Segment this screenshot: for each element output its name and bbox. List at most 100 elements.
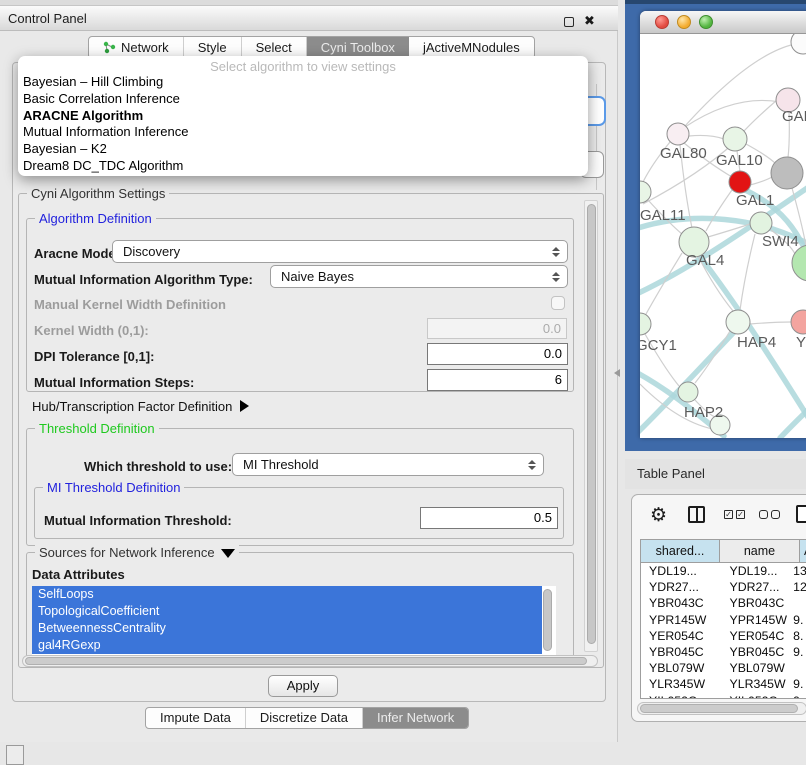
tab-infer-network[interactable]: Infer Network	[363, 708, 468, 728]
table-cell[interactable]: 13	[789, 563, 806, 579]
table-cell[interactable]: 9	[789, 693, 806, 700]
mi-type-combo[interactable]: Naive Bayes	[270, 265, 568, 288]
gear-icon[interactable]: ⚙	[650, 505, 667, 525]
network-edge[interactable]	[646, 253, 682, 314]
column-header-shared-name[interactable]: shared...	[641, 540, 720, 562]
attribute-list-item[interactable]: gal4RGexp	[32, 637, 542, 654]
column-header-partial[interactable]: A	[800, 540, 806, 562]
network-node[interactable]	[791, 34, 806, 54]
table-cell[interactable]: YBR043C	[641, 595, 720, 611]
scrollbar-thumb[interactable]	[587, 204, 596, 644]
attribute-list-item[interactable]: BetweennessCentrality	[32, 620, 542, 637]
network-node[interactable]	[640, 181, 651, 203]
table-row[interactable]: YBL079WYBL079W	[641, 660, 806, 676]
toolbar-icon-partial[interactable]	[796, 505, 806, 523]
network-edge[interactable]	[706, 190, 732, 231]
table-cell[interactable]: 9.	[789, 644, 806, 660]
deselect-all-columns-icon[interactable]	[759, 510, 780, 519]
table-row[interactable]: YIL052CYIL052C9	[641, 693, 806, 700]
settings-horizontal-scrollbar[interactable]	[22, 655, 598, 667]
network-edge[interactable]	[685, 100, 780, 127]
table-cell[interactable]: YBL079W	[720, 660, 790, 676]
table-cell[interactable]	[789, 660, 806, 676]
algorithm-option[interactable]: Mutual Information Inference	[18, 124, 588, 141]
table-row[interactable]: YBR045CYBR045C9.	[641, 644, 806, 660]
settings-vertical-scrollbar[interactable]	[584, 200, 598, 652]
table-cell[interactable]: YPR145W	[720, 612, 790, 628]
network-node[interactable]	[771, 157, 803, 189]
table-cell[interactable]: YBR043C	[720, 595, 790, 611]
algorithm-option[interactable]: Bayesian – K2	[18, 141, 588, 158]
list-scrollbar-thumb[interactable]	[543, 589, 552, 651]
network-node[interactable]	[723, 127, 747, 151]
table-row[interactable]: YPR145WYPR145W9.	[641, 612, 806, 628]
panel-divider-handle[interactable]	[614, 369, 620, 377]
network-edge[interactable]	[740, 234, 755, 310]
table-cell[interactable]: YDR27...	[720, 579, 790, 595]
table-cell[interactable]: YPR145W	[641, 612, 720, 628]
attribute-list-item[interactable]: TopologicalCoefficient	[32, 603, 542, 620]
network-window-titlebar[interactable]	[640, 11, 806, 34]
table-cell[interactable]: YLR345W	[720, 676, 790, 692]
tab-select[interactable]: Select	[242, 37, 307, 58]
network-node[interactable]	[726, 310, 750, 334]
hub-factor-expander[interactable]: Hub/Transcription Factor Definition	[32, 399, 249, 414]
table-cell[interactable]: YDL19...	[720, 563, 790, 579]
table-cell[interactable]: YER054C	[641, 628, 720, 644]
table-cell[interactable]: 9.	[789, 676, 806, 692]
table-row[interactable]: YLR345WYLR345W9.	[641, 676, 806, 692]
minimized-panel-icon[interactable]	[6, 745, 24, 765]
minimize-window-icon[interactable]	[677, 15, 691, 29]
table-row[interactable]: YDR27...YDR27...12	[641, 579, 806, 595]
table-cell[interactable]: YLR345W	[641, 676, 720, 692]
network-edge[interactable]	[750, 322, 791, 324]
columns-icon[interactable]	[688, 506, 705, 523]
table-cell[interactable]: YDL19...	[641, 563, 720, 579]
column-header-name[interactable]: name	[720, 540, 800, 562]
mi-steps-input[interactable]: 6	[427, 369, 568, 391]
table-cell[interactable]: 8.	[789, 628, 806, 644]
table-cell[interactable]: YER054C	[720, 628, 790, 644]
algorithm-option[interactable]: Dream8 DC_TDC Algorithm	[18, 158, 588, 175]
network-node[interactable]	[678, 382, 698, 402]
zoom-window-icon[interactable]	[699, 15, 713, 29]
tab-network[interactable]: Network	[89, 37, 184, 58]
network-node[interactable]	[750, 212, 772, 234]
close-icon[interactable]: ✖	[584, 13, 595, 29]
dpi-tolerance-input[interactable]: 0.0	[427, 343, 568, 365]
sources-expander[interactable]: Sources for Network Inference	[35, 545, 239, 560]
close-window-icon[interactable]	[655, 15, 669, 29]
scrollbar-thumb[interactable]	[640, 704, 798, 713]
network-node[interactable]	[791, 310, 806, 334]
scrollbar-thumb[interactable]	[25, 657, 587, 665]
network-edge[interactable]	[689, 135, 724, 139]
algorithm-option[interactable]: Bayesian – Hill Climbing	[18, 74, 588, 91]
tab-impute-data[interactable]: Impute Data	[146, 708, 246, 728]
table-cell[interactable]: YDR27...	[641, 579, 720, 595]
mi-threshold-input[interactable]: 0.5	[420, 507, 558, 529]
network-node[interactable]	[640, 313, 651, 335]
algorithm-option[interactable]: Basic Correlation Inference	[18, 91, 588, 108]
manual-kernel-checkbox[interactable]	[551, 296, 565, 310]
table-cell[interactable]: 12	[789, 579, 806, 595]
apply-button[interactable]: Apply	[268, 675, 338, 697]
tab-style[interactable]: Style	[184, 37, 242, 58]
table-row[interactable]: YER054CYER054C8.	[641, 628, 806, 644]
tab-discretize-data[interactable]: Discretize Data	[246, 708, 363, 728]
network-edge[interactable]	[750, 177, 772, 185]
table-cell[interactable]: 9.	[789, 612, 806, 628]
table-cell[interactable]: YBL079W	[641, 660, 720, 676]
table-cell[interactable]	[789, 595, 806, 611]
tab-jactivemnodules[interactable]: jActiveMNodules	[409, 37, 534, 58]
attribute-list-item[interactable]: SelfLoops	[32, 586, 542, 603]
which-threshold-combo[interactable]: MI Threshold	[232, 453, 544, 476]
aracne-mode-combo[interactable]: Discovery	[112, 240, 568, 263]
select-all-columns-icon[interactable]: ✓ ✓	[724, 510, 745, 519]
table-cell[interactable]: YBR045C	[641, 644, 720, 660]
network-node[interactable]	[792, 245, 806, 281]
algorithm-option[interactable]: ARACNE Algorithm	[18, 108, 588, 125]
node-table[interactable]: shared... name A YDL19...YDL19...13YDR27…	[640, 539, 806, 699]
table-row[interactable]: YBR043CYBR043C	[641, 595, 806, 611]
network-edge[interactable]	[685, 44, 795, 126]
table-row[interactable]: YDL19...YDL19...13	[641, 563, 806, 579]
